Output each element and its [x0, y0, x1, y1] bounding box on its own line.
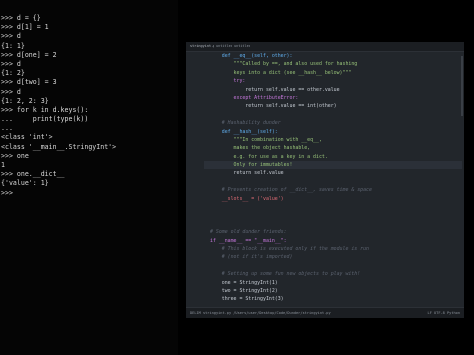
code-line[interactable]: 77 # This block is executed only if the …	[204, 245, 462, 253]
code-line[interactable]: 57 try:	[204, 77, 462, 85]
code-text: # Prevents creation of __dict__, saves t…	[210, 187, 372, 194]
code-text: def __hash__(self):	[210, 128, 278, 135]
code-line[interactable]: 54 def __eq__(self, other):	[204, 52, 462, 60]
code-line[interactable]: 62 # Hashability dunder	[204, 119, 462, 127]
code-line[interactable]: 60 return self.value == int(other)	[204, 102, 462, 110]
code-line[interactable]: 75# Some old dunder friends:	[204, 228, 462, 236]
terminal-line: >>> d[two] = 3	[1, 78, 57, 87]
code-text: __slots__ = ('value')	[210, 195, 284, 202]
code-text: three = StringyInt(3)	[210, 296, 284, 303]
status-bar: DELIM stringyint.py /Users/user/Desktop/…	[186, 307, 464, 318]
terminal-line: >>> d	[1, 59, 21, 68]
terminal-line: {1: 2, 2: 3}	[1, 96, 49, 105]
editor-tab-bar: stringyint.py untitled untitled	[186, 42, 464, 52]
terminal-line: ... print(type(k))	[1, 115, 89, 124]
terminal-line: >>> d = {}	[1, 14, 41, 22]
tab-stringyint[interactable]: stringyint.py	[190, 44, 214, 49]
code-text: if __name__ == "__main__":	[210, 237, 287, 244]
editor-scrollbar[interactable]	[461, 56, 463, 116]
terminal-output: >>> d = {} >>> d[1] = 1 >>> d {1: 1} >>> d[o…	[1, 14, 116, 198]
code-line[interactable]: 70 # Prevents creation of __dict__, save…	[204, 186, 462, 194]
terminal-line: >>> d[one] = 2	[1, 50, 57, 59]
code-text: def __eq__(self, other):	[210, 53, 293, 59]
tab-untitled-2[interactable]: untitled	[234, 44, 250, 49]
status-encoding: LF UTF-8 Python	[427, 311, 460, 315]
terminal-line: <class '__main__.StringyInt'>	[1, 142, 117, 151]
code-line[interactable]: 82 two = StringyInt(2)	[204, 287, 462, 295]
code-line[interactable]: 80 # Setting up some fun new objects to …	[204, 270, 462, 278]
terminal-line: >>> one	[1, 151, 29, 160]
terminal-line: <class 'int'>	[1, 133, 53, 142]
code-text: # Some old dunder friends:	[210, 229, 287, 236]
terminal-line: >>> d	[1, 32, 21, 41]
code-text: except AttributeError:	[210, 94, 299, 101]
code-line[interactable]: 71 __slots__ = ('value')	[204, 195, 462, 203]
code-line[interactable]: 56 keys into a dict (see __hash__ below)…	[204, 69, 462, 77]
code-line[interactable]: 73	[204, 211, 462, 219]
code-text: two = StringyInt(2)	[210, 287, 278, 294]
code-text: keys into a dict (see __hash__ below)"""	[210, 69, 352, 76]
code-editor-window[interactable]: stringyint.py untitled untitled 54 def _…	[186, 42, 464, 318]
code-line[interactable]: 63 def __hash__(self):	[204, 128, 462, 136]
terminal-line: >>>	[1, 188, 17, 197]
code-text: # (not if it's imported)	[210, 254, 293, 261]
tab-untitled-1[interactable]: untitled	[216, 44, 232, 49]
terminal-line: {1: 1}	[1, 41, 25, 50]
terminal-pane[interactable]: >>> d = {} >>> d[1] = 1 >>> d {1: 1} >>> d[o…	[0, 0, 178, 355]
code-line[interactable]: 72	[204, 203, 462, 211]
code-line[interactable]: 68 return self.value	[204, 169, 462, 177]
terminal-line: >>> one.__dict__	[1, 170, 65, 179]
code-line[interactable]: 81 one = StringyInt(1)	[204, 279, 462, 287]
terminal-line: {1: 2}	[1, 69, 25, 78]
terminal-line: {'value': 1}	[1, 179, 49, 188]
code-text: # Setting up some fun new objects to pla…	[210, 271, 361, 278]
code-text: Only for immutables!	[210, 162, 293, 169]
code-line[interactable]: 55 """Called by ==, and also used for ha…	[204, 60, 462, 68]
code-line[interactable]: 64 """In combination with __eq__,	[204, 136, 462, 144]
code-text: # This block is executed only if the mod…	[210, 245, 369, 252]
code-line[interactable]: 84	[204, 304, 462, 305]
code-text: return self.value	[210, 170, 284, 177]
code-line[interactable]: 74	[204, 220, 462, 228]
code-line[interactable]: 58 return self.value == other.value	[204, 86, 462, 94]
code-line[interactable]: 79	[204, 262, 462, 270]
terminal-line: 1	[1, 161, 5, 169]
code-area[interactable]: 54 def __eq__(self, other):55 """Called …	[204, 52, 462, 305]
code-text: """In combination with __eq__,	[210, 136, 322, 143]
code-line[interactable]: 66 e.g. for use as a key in a dict.	[204, 153, 462, 161]
terminal-line: ...	[1, 124, 13, 133]
terminal-line: >>> for k in d.keys():	[1, 105, 89, 114]
line-number-gutter	[186, 52, 204, 305]
code-text: return self.value == int(other)	[210, 103, 337, 110]
code-line[interactable]: 83 three = StringyInt(3)	[204, 295, 462, 303]
status-file-path: DELIM stringyint.py /Users/user/Desktop/…	[190, 311, 331, 315]
code-text: e.g. for use as a key in a dict.	[210, 153, 328, 160]
code-text: """Called by ==, and also used for hashi…	[210, 61, 358, 68]
code-line[interactable]: 61	[204, 111, 462, 119]
code-line[interactable]: 78 # (not if it's imported)	[204, 253, 462, 261]
code-text: one = StringyInt(1)	[210, 279, 278, 286]
code-text: # Hashability dunder	[210, 120, 281, 127]
code-line[interactable]: 76if __name__ == "__main__":	[204, 237, 462, 245]
terminal-line: >>> d[1] = 1	[1, 23, 49, 32]
code-line[interactable]: 67 Only for immutables!	[204, 161, 462, 170]
code-line[interactable]: 59 except AttributeError:	[204, 94, 462, 102]
code-text: return self.value == other.value	[210, 86, 340, 93]
code-line[interactable]: 65 makes the object hashable,	[204, 144, 462, 152]
terminal-line: >>> d	[1, 87, 21, 96]
code-line[interactable]: 69	[204, 178, 462, 186]
code-text: try:	[210, 78, 246, 85]
code-text: makes the object hashable,	[210, 145, 311, 152]
